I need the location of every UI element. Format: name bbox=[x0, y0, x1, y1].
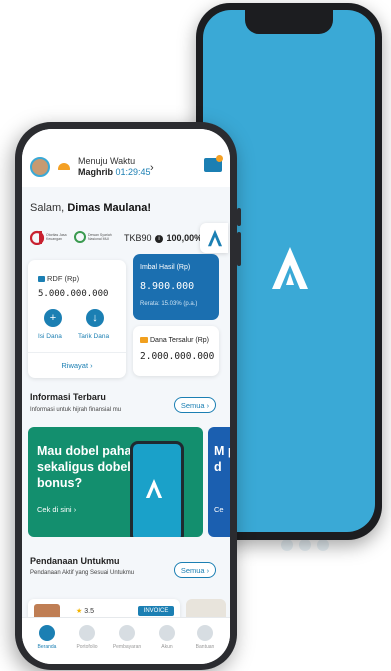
funding-section-subtitle: Pendanaan Aktif yang Sesuai Untukmu bbox=[30, 570, 135, 576]
avatar[interactable] bbox=[30, 157, 50, 177]
info-see-all-button[interactable]: Semua › bbox=[174, 397, 216, 413]
volume-button bbox=[237, 208, 241, 226]
promo-cta[interactable]: Cek di sini › bbox=[37, 505, 76, 514]
user-name: Dimas Maulana! bbox=[67, 202, 152, 214]
tersalur-label: Dana Tersalur (Rp) bbox=[140, 337, 209, 344]
home-screen: Menuju Waktu Maghrib 01:29:45 › Salam, D… bbox=[22, 129, 230, 664]
star-icon: ★ bbox=[76, 608, 83, 615]
rdf-value: 5.000.000.000 bbox=[38, 289, 109, 299]
funding-see-all-button[interactable]: Semua › bbox=[174, 562, 216, 578]
nav-akun[interactable]: Akun bbox=[148, 625, 186, 650]
prayer-name: Maghrib bbox=[78, 167, 113, 177]
phone-notch bbox=[245, 10, 333, 34]
plus-icon[interactable]: + bbox=[44, 309, 62, 327]
sunset-icon bbox=[56, 163, 72, 172]
chevron-right-icon[interactable]: › bbox=[150, 162, 154, 174]
divider bbox=[28, 352, 126, 353]
prayer-countdown: 01:29:45 bbox=[115, 167, 151, 177]
app-logo-icon bbox=[272, 247, 308, 289]
help-icon bbox=[197, 625, 213, 641]
nav-bantuan[interactable]: Bantuan bbox=[186, 625, 224, 650]
riwayat-link[interactable]: Riwayat › bbox=[28, 361, 126, 370]
funding-section-title: Pendanaan Untukmu bbox=[30, 556, 120, 566]
nav-portofolio[interactable]: Portofolio bbox=[68, 625, 106, 650]
rdf-card: RDF (Rp) 5.000.000.000 + ↓ Isi Dana Tari… bbox=[28, 260, 126, 378]
tkb-indicator[interactable]: TKB90 i 100,00% bbox=[124, 233, 202, 243]
info-icon[interactable]: i bbox=[155, 234, 164, 243]
imbal-rerata: Rerata: 15.03% (p.a.) bbox=[140, 301, 198, 307]
imbal-value: 8.900.000 bbox=[140, 281, 195, 292]
tkb-value: 100,00% bbox=[166, 233, 203, 243]
ojk-text: Otoritas Jasa Keuangan bbox=[46, 233, 67, 241]
dana-tersalur-card[interactable]: Dana Tersalur (Rp) 2.000.000.000 bbox=[133, 326, 219, 376]
header: Menuju Waktu Maghrib 01:29:45 › bbox=[22, 129, 230, 187]
mui-text: Dewan Syariah Nasional MUI bbox=[88, 233, 112, 241]
portfolio-icon bbox=[79, 625, 95, 641]
account-icon bbox=[159, 625, 175, 641]
greeting-prefix: Salam, bbox=[30, 202, 65, 214]
ojk-logo-icon bbox=[30, 230, 45, 245]
info-section-title: Informasi Terbaru bbox=[30, 392, 106, 402]
invoice-badge: INVOICE bbox=[138, 606, 174, 616]
prayer-caption: Menuju Waktu bbox=[78, 156, 136, 166]
app-logo-icon bbox=[145, 479, 163, 498]
front-phone: Menuju Waktu Maghrib 01:29:45 › Salam, D… bbox=[15, 122, 241, 670]
tarik-dana-button[interactable]: Tarik Dana bbox=[78, 333, 109, 340]
funds-icon bbox=[140, 337, 148, 344]
funding-rating: ★ 3.5 bbox=[76, 608, 94, 615]
volume-button bbox=[237, 232, 241, 266]
download-icon[interactable]: ↓ bbox=[86, 309, 104, 327]
isi-dana-button[interactable]: Isi Dana bbox=[38, 333, 62, 340]
rdf-label: RDF (Rp) bbox=[38, 274, 79, 283]
imbal-label: Imbal Hasil (Rp) bbox=[140, 264, 191, 271]
bottom-nav: Beranda Portofolio Pembayaran Akun Bantu… bbox=[22, 617, 230, 664]
nav-pembayaran[interactable]: Pembayaran bbox=[108, 625, 146, 650]
app-logo-icon bbox=[207, 229, 223, 247]
assistant-button[interactable] bbox=[200, 223, 228, 253]
wallet-icon bbox=[38, 276, 45, 283]
home-icon bbox=[39, 625, 55, 641]
promo-banner-next[interactable]: M p d Ce bbox=[208, 427, 230, 537]
promo-next-cta: Ce bbox=[214, 505, 224, 514]
tkb-label: TKB90 bbox=[124, 233, 152, 243]
payment-icon bbox=[119, 625, 135, 641]
greeting: Salam, Dimas Maulana! bbox=[30, 202, 151, 214]
promo-next-text: M p d bbox=[214, 444, 230, 474]
prayer-time[interactable]: Maghrib 01:29:45 bbox=[78, 167, 151, 177]
nav-beranda[interactable]: Beranda bbox=[28, 625, 66, 650]
notification-dot bbox=[216, 155, 223, 162]
info-section-subtitle: Informasi untuk hijrah finansial mu bbox=[30, 407, 122, 413]
imbal-hasil-card[interactable]: Imbal Hasil (Rp) 8.900.000 Rerata: 15.03… bbox=[133, 254, 219, 320]
promo-phone-illustration bbox=[130, 441, 184, 537]
mui-logo-icon bbox=[74, 231, 86, 243]
promo-banner[interactable]: Mau dobel pahala sekaligus dobel bonus? … bbox=[28, 427, 203, 537]
tersalur-value: 2.000.000.000 bbox=[140, 351, 215, 362]
